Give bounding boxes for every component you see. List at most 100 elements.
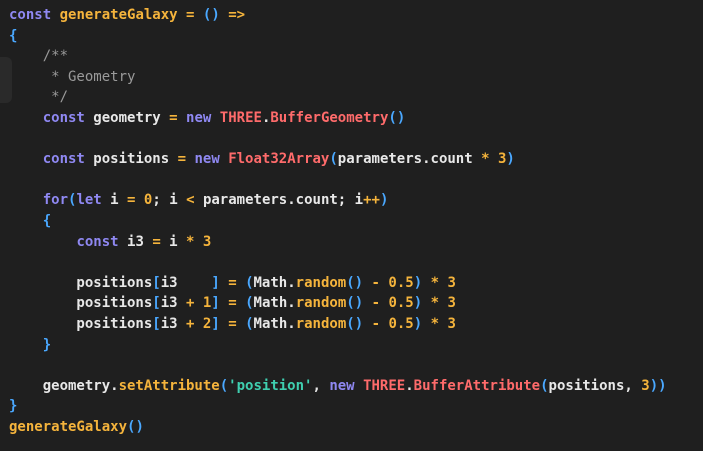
code-line: } [0,396,703,417]
code-token: ( [245,295,254,312]
code-token: () [127,418,144,435]
code-token: 'position' [228,377,313,394]
code-token: new [186,109,212,126]
code-line: const generateGalaxy = () => [0,5,703,26]
code-token: = [152,233,161,250]
code-token: generateGalaxy [9,418,128,435]
code-token: const [76,233,119,250]
code-line: positions[i3 + 2] = (Math.random() - 0.5… [0,314,703,335]
code-token: 3 [202,233,212,250]
code-token: ] [211,295,220,312]
code-token: - [371,295,380,312]
code-token: parameters.count; i [194,192,364,209]
code-token: ) [413,315,423,332]
code-token: generateGalaxy [59,7,178,23]
code-token: 0.5 [388,295,414,312]
code-token: for [42,192,69,209]
code-token: positions [84,151,178,168]
code-token: THREE [219,109,262,126]
code-token: { [42,212,52,229]
code-token: < [186,192,195,209]
code-token: ( [245,274,254,291]
code-token: ) [413,295,423,312]
code-token: () [202,7,220,23]
code-token: ( [540,377,549,394]
code-token: positions [9,274,153,291]
code-token: = [177,151,187,168]
code-token: [ [152,295,161,312]
code-line: * Geometry [0,67,703,88]
code-token: } [9,398,18,415]
code-token: = [228,315,237,332]
code-token: new [194,151,220,168]
code-token: * [430,295,440,312]
code-token: geometry [84,109,170,126]
code-token: * [430,274,440,291]
code-token: () [388,109,406,126]
code-token: i3 [160,295,187,312]
code-token: () [346,274,364,291]
code-token: - [371,274,380,291]
code-editor[interactable]: const generateGalaxy = () =>{ /** * Geom… [0,0,703,451]
code-line: */ [0,87,703,108]
code-line: positions[i3 + 1] = (Math.random() - 0.5… [0,293,703,314]
code-token: i [160,233,187,250]
code-token: const [42,109,85,126]
code-token: ++ [363,192,380,209]
code-token: ) [413,274,423,291]
code-token: Float32Array [228,151,330,168]
code-line: const positions = new Float32Array(param… [0,149,703,170]
code-line: for(let i = 0; i < parameters.count; i++… [0,190,703,211]
code-token: const [42,151,85,168]
code-token: ) [506,151,515,168]
code-token: => [228,7,246,23]
code-token: BufferGeometry [270,109,389,126]
code-token: * Geometry [9,68,136,85]
code-token: i [101,192,128,209]
code-token: ; i [152,192,187,209]
code-token: = [228,274,237,291]
code-line: const i3 = i * 3 [0,232,703,253]
code-token: */ [9,89,69,106]
code-token: () [346,315,364,332]
code-token: let [76,192,102,209]
code-token: THREE [363,377,406,394]
code-token: 0.5 [388,274,414,291]
code-token: = [228,295,237,312]
code-token: Math. [253,315,296,332]
code-token: new [329,377,355,394]
code-token: positions [9,295,153,312]
code-line: generateGalaxy() [0,417,703,438]
code-token: random [295,315,347,332]
code-token: )) [649,377,667,394]
code-token: * [430,315,440,332]
code-token: const [9,7,52,23]
code-token: 3 [447,295,456,312]
code-line: positions[i3 ] = (Math.random() - 0.5) *… [0,273,703,294]
code-line: { [0,211,703,232]
code-token: Math. [253,274,296,291]
code-token: geometry. [9,377,119,394]
